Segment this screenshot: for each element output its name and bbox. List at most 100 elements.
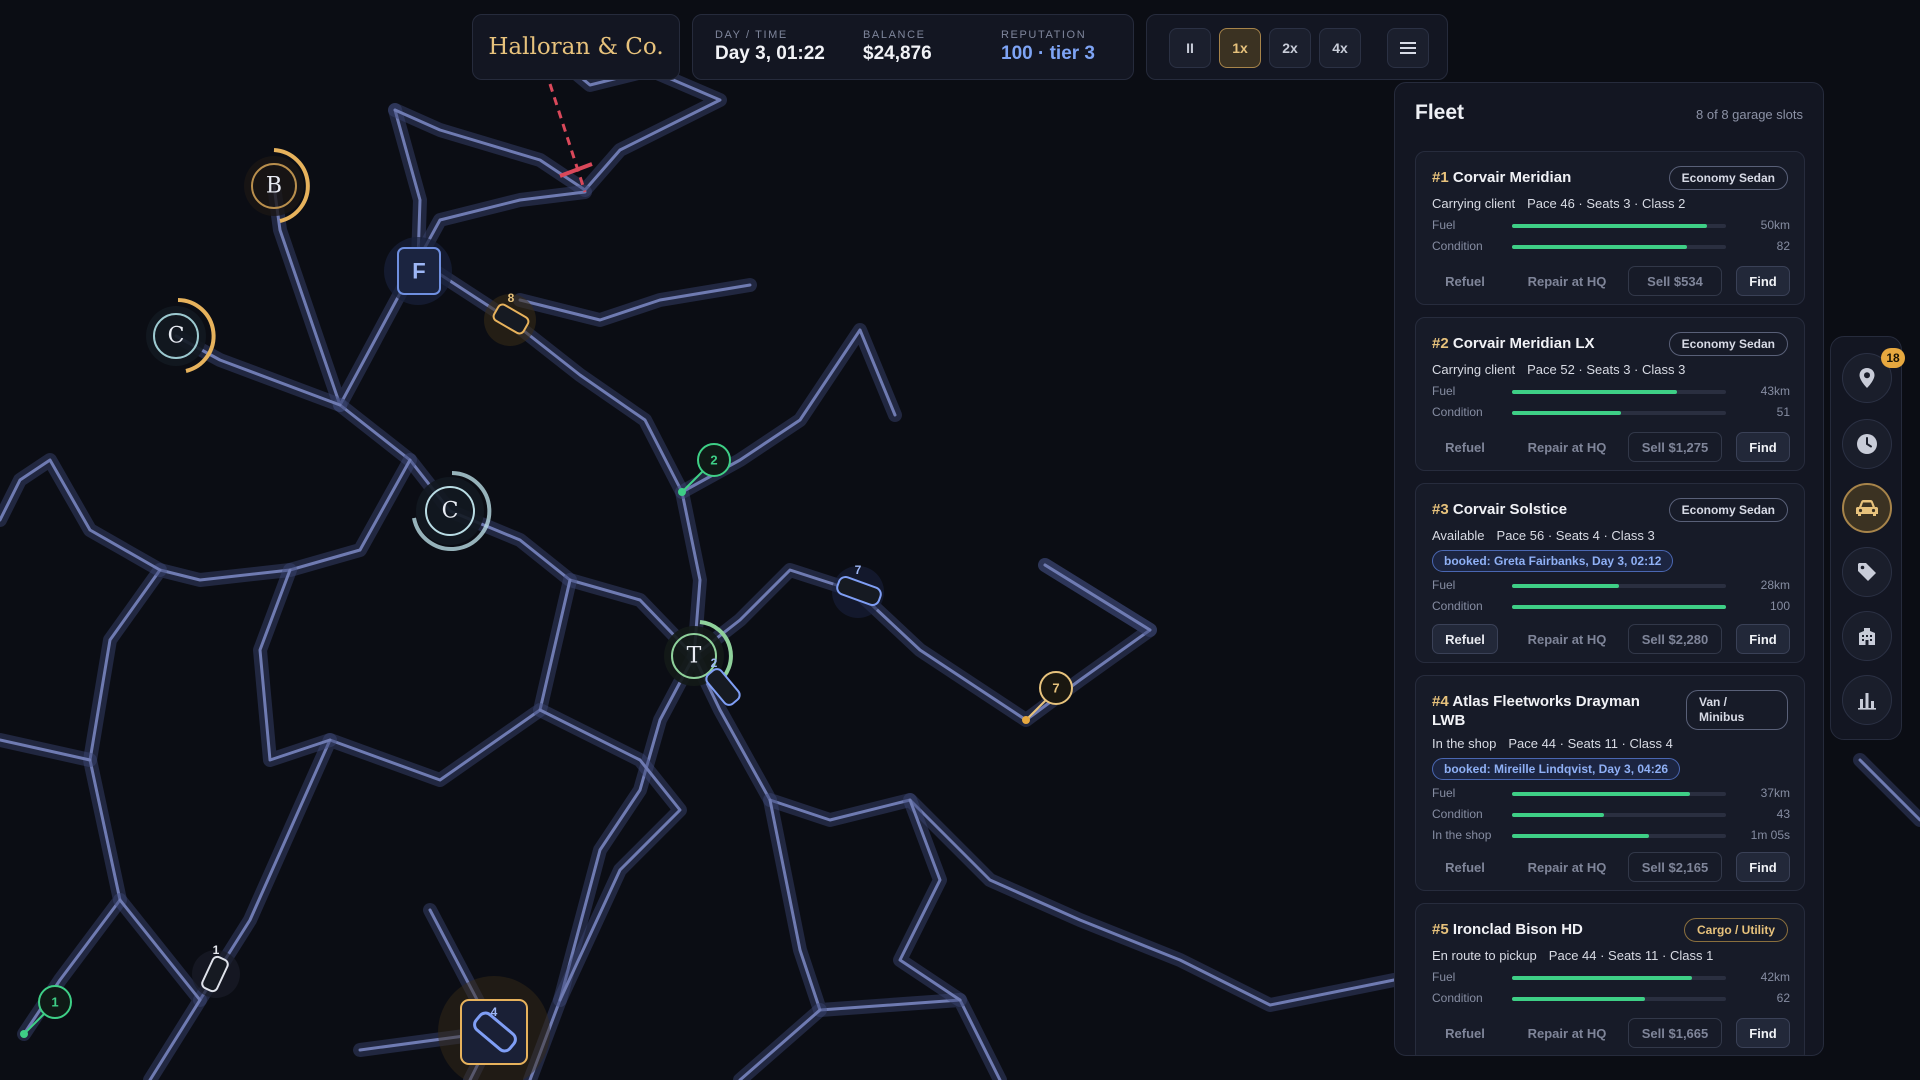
pricing-button[interactable]	[1842, 547, 1892, 597]
location-c-central-label: C	[442, 499, 459, 524]
vehicle-status: In the shop Pace 44 · Seats 11 · Class 4	[1432, 736, 1673, 751]
fleet-button[interactable]	[1842, 483, 1892, 533]
find-button[interactable]: Find	[1736, 624, 1790, 654]
location-f-label: F	[412, 259, 425, 284]
garage-slots: 8 of 8 garage slots	[1696, 107, 1803, 122]
vehicle-2-label: 2	[711, 656, 718, 670]
sell-button[interactable]: Sell $2,165	[1628, 852, 1722, 882]
vehicle-card-2[interactable]: #2 Corvair Meridian LX Economy Sedan Car…	[1415, 317, 1805, 471]
repair-button[interactable]: Repair at HQ	[1512, 624, 1622, 654]
refuel-button[interactable]: Refuel	[1432, 852, 1498, 882]
condition-meter: Condition 51	[1432, 405, 1790, 419]
pickup-pin-7[interactable]: 7	[1022, 671, 1073, 724]
reputation-label: REPUTATION	[1001, 29, 1087, 41]
history-button[interactable]	[1842, 419, 1892, 469]
road-segment	[1858, 758, 1920, 822]
location-t-label: T	[687, 644, 702, 669]
fuel-meter: Fuel 42km	[1432, 970, 1790, 984]
road-segment	[1043, 563, 1152, 632]
fuel-meter: Fuel 50km	[1432, 218, 1790, 232]
reputation-value: 100 · tier 3	[1001, 43, 1095, 64]
vehicle-status: Carrying client Pace 52 · Seats 3 · Class…	[1432, 362, 1686, 377]
refuel-button[interactable]: Refuel	[1432, 266, 1498, 296]
locations-count-badge: 18	[1881, 348, 1905, 368]
car-icon	[1856, 500, 1878, 516]
condition-meter: Condition 43	[1432, 807, 1790, 821]
location-pin-icon	[1859, 368, 1875, 388]
vehicle-8-label: 8	[508, 291, 515, 305]
vehicle-status: Available Pace 56 · Seats 4 · Class 3	[1432, 528, 1655, 543]
speed-controls: II 1x 2x 4x	[1146, 14, 1448, 80]
vehicle-4-label: 4	[491, 1005, 498, 1019]
repair-button[interactable]: Repair at HQ	[1512, 1018, 1622, 1048]
location-f[interactable]: F	[384, 237, 452, 305]
sell-button[interactable]: Sell $534	[1628, 266, 1722, 296]
condition-meter: Condition 62	[1432, 991, 1790, 1005]
stats-button[interactable]	[1842, 675, 1892, 725]
speed-2x-button[interactable]: 2x	[1269, 28, 1311, 68]
refuel-button[interactable]: Refuel	[1432, 1018, 1498, 1048]
buildings-button[interactable]	[1842, 611, 1892, 661]
pause-button[interactable]: II	[1169, 28, 1211, 68]
vehicle-name: #5 Ironclad Bison HD	[1432, 921, 1583, 938]
hamburger-menu-icon	[1400, 42, 1416, 54]
road-glow	[533, 703, 687, 1007]
vehicle-1-label: 1	[213, 943, 220, 957]
find-button[interactable]: Find	[1736, 1018, 1790, 1048]
vehicle-card-4[interactable]: #4 Atlas Fleetworks Drayman LWB Van / Mi…	[1415, 675, 1805, 891]
day-time-stat: DAY / TIME Day 3, 01:22	[715, 29, 825, 65]
day-time-label: DAY / TIME	[715, 29, 788, 41]
vehicle-class-badge: Cargo / Utility	[1683, 918, 1788, 942]
vehicle-status: Carrying client Pace 46 · Seats 3 · Class…	[1432, 196, 1686, 211]
find-button[interactable]: Find	[1736, 432, 1790, 462]
vehicle-card-3[interactable]: #3 Corvair Solstice Economy Sedan Availa…	[1415, 483, 1805, 663]
clock-icon	[1857, 434, 1877, 454]
sell-button[interactable]: Sell $1,665	[1628, 1018, 1722, 1048]
location-b[interactable]: B	[244, 148, 310, 223]
speed-4x-button[interactable]: 4x	[1319, 28, 1361, 68]
locations-button[interactable]: 18	[1842, 348, 1905, 403]
road-segment	[738, 1008, 822, 1080]
vehicle-class-badge: Economy Sedan	[1668, 166, 1788, 190]
road-glow	[113, 893, 207, 1080]
vehicle-card-5[interactable]: #5 Ironclad Bison HD Cargo / Utility En …	[1415, 903, 1805, 1055]
day-time-value: Day 3, 01:22	[715, 43, 825, 64]
speed-1x-button[interactable]: 1x	[1219, 28, 1261, 68]
location-b-label: B	[266, 174, 282, 199]
find-button[interactable]: Find	[1736, 852, 1790, 882]
vehicle-name: #1 Corvair Meridian	[1432, 169, 1572, 186]
tag-icon	[1858, 563, 1876, 581]
location-c-west[interactable]: C	[146, 298, 216, 373]
vehicle-7-label: 7	[855, 563, 862, 577]
vehicle-4-selected[interactable]: 4	[438, 976, 550, 1080]
menu-button[interactable]	[1387, 28, 1429, 68]
road-glow	[253, 563, 337, 767]
sell-button[interactable]: Sell $1,275	[1628, 432, 1722, 462]
vehicle-7[interactable]: 7	[832, 563, 884, 618]
repair-button[interactable]: Repair at HQ	[1512, 852, 1622, 882]
side-toolbar: 18	[1830, 336, 1905, 740]
condition-meter: Condition 82	[1432, 239, 1790, 253]
fleet-title: Fleet	[1415, 101, 1465, 124]
repair-button[interactable]: Repair at HQ	[1512, 432, 1622, 462]
road-glow	[333, 398, 701, 663]
repair-button[interactable]: Repair at HQ	[1512, 266, 1622, 296]
sell-button[interactable]: Sell $2,280	[1628, 624, 1722, 654]
road-glow	[763, 793, 1007, 1080]
fuel-meter: Fuel 37km	[1432, 786, 1790, 800]
vehicle-card-1[interactable]: #1 Corvair Meridian Economy Sedan Carryi…	[1415, 151, 1805, 305]
vehicle-status: En route to pickup Pace 44 · Seats 11 · C…	[1432, 948, 1714, 963]
pickup-pin-1[interactable]: 1	[20, 985, 72, 1038]
refuel-button[interactable]: Refuel	[1432, 624, 1498, 654]
fleet-panel: Fleet 8 of 8 garage slots #1 Corvair Mer…	[1394, 82, 1824, 1056]
road-segment	[538, 708, 682, 1002]
find-button[interactable]: Find	[1736, 266, 1790, 296]
vehicle-name: #3 Corvair Solstice	[1432, 501, 1568, 518]
reputation-stat: REPUTATION 100 · tier 3	[1001, 29, 1095, 65]
refuel-button[interactable]: Refuel	[1432, 432, 1498, 462]
balance-value: $24,876	[863, 43, 932, 64]
pickup-pin-2[interactable]: 2	[678, 443, 731, 496]
balance-stat: BALANCE $24,876	[863, 29, 932, 65]
vehicle-class-badge: Economy Sedan	[1668, 498, 1788, 522]
bar-chart-icon	[1858, 693, 1876, 710]
